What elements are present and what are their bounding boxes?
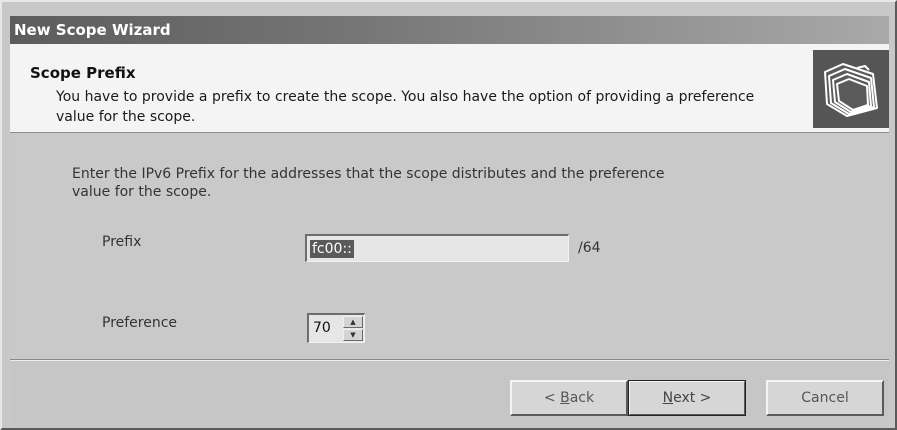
- cancel-button-label: Cancel: [801, 390, 849, 406]
- spin-down-button[interactable]: ▼: [343, 329, 363, 341]
- preference-label: Preference: [102, 315, 178, 331]
- back-button-rest: ack: [569, 390, 595, 406]
- title-bar[interactable]: New Scope Wizard: [10, 16, 889, 44]
- wizard-header: Scope Prefix You have to provide a prefi…: [10, 44, 889, 133]
- spin-up-button[interactable]: ▲: [343, 316, 363, 328]
- page-title: Scope Prefix: [30, 64, 136, 82]
- back-button[interactable]: < Back: [510, 380, 628, 416]
- next-button-rest: ext >: [673, 390, 712, 406]
- prefix-length-label: /64: [578, 240, 601, 256]
- cancel-button[interactable]: Cancel: [766, 380, 884, 416]
- back-button-accel: B: [560, 390, 570, 406]
- prefix-label: Prefix: [102, 234, 142, 250]
- prefix-value: fc00::: [310, 239, 354, 258]
- next-button-accel: N: [662, 390, 674, 406]
- wizard-footer: [10, 361, 889, 428]
- back-button-prefix: <: [543, 390, 561, 406]
- preference-value: 70: [313, 320, 331, 336]
- prefix-input[interactable]: fc00::: [305, 234, 569, 262]
- folders-icon: [813, 50, 889, 128]
- instructions-text: Enter the IPv6 Prefix for the addresses …: [72, 166, 665, 200]
- next-button[interactable]: Next >: [628, 380, 746, 416]
- wizard-window: New Scope Wizard Scope Prefix You have t…: [0, 0, 897, 430]
- page-description: You have to provide a prefix to create t…: [56, 89, 755, 125]
- window-title: New Scope Wizard: [14, 21, 171, 39]
- preference-spinner[interactable]: 70 ▲ ▼: [307, 313, 365, 343]
